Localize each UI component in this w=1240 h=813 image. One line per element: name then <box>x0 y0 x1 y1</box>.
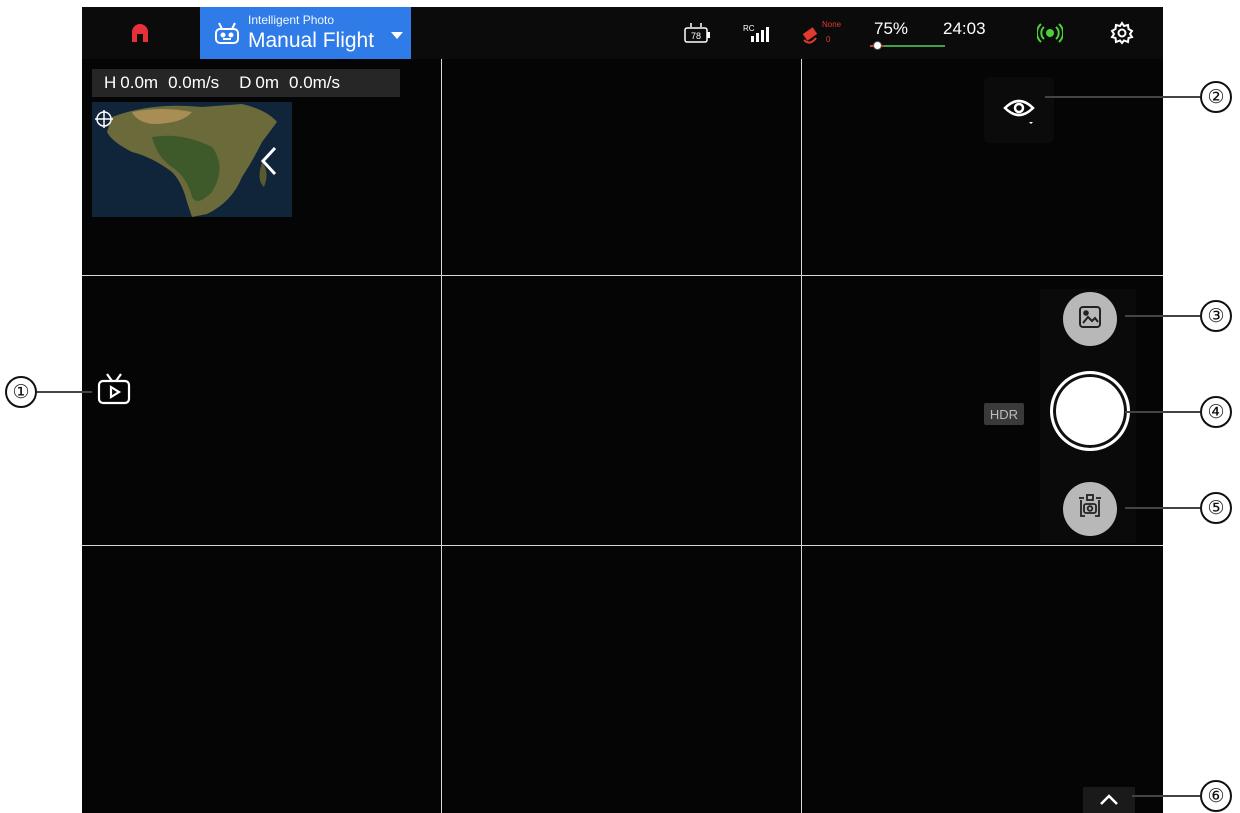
camera-battery-value: 78 <box>691 31 701 41</box>
chevron-down-icon <box>391 27 403 45</box>
gps-indicator: None 0 <box>798 7 848 59</box>
vertical-speed: 0.0m/s <box>168 73 220 92</box>
crosshair-target-icon[interactable] <box>94 109 114 134</box>
distance-value: 0m <box>255 73 280 92</box>
flight-mode-selector[interactable]: Intelligent Photo Manual Flight <box>200 7 411 59</box>
grid-line-vertical-1 <box>441 59 442 813</box>
battery-percentage: 75% <box>874 19 909 38</box>
settings-gear-icon[interactable] <box>1104 7 1140 59</box>
flight-time-remaining: 24:03 <box>943 19 986 38</box>
horizontal-speed: 0.0m/s <box>289 73 341 92</box>
playback-tv-icon[interactable] <box>96 371 132 412</box>
camera-mode-switch-button[interactable] <box>1063 482 1117 536</box>
callout-line-2 <box>1045 96 1200 98</box>
top-status-bar: Intelligent Photo Manual Flight 78 RC No… <box>82 7 1163 59</box>
grid-line-horizontal-2 <box>82 545 1163 546</box>
rc-signal-indicator: RC <box>738 7 778 59</box>
callout-line-1 <box>37 391 92 393</box>
grid-line-vertical-2 <box>801 59 802 813</box>
camera-battery-indicator: 78 <box>680 7 716 59</box>
callout-line-4 <box>1125 411 1200 413</box>
brand-logo-icon[interactable] <box>122 7 158 59</box>
callout-3: ③ <box>1200 300 1232 332</box>
shutter-button[interactable] <box>1050 371 1130 451</box>
chevron-left-icon[interactable] <box>260 145 278 182</box>
grid-line-horizontal-1 <box>82 275 1163 276</box>
height-value: 0.0m <box>120 73 159 92</box>
gps-status: None <box>822 20 842 29</box>
callout-line-5 <box>1125 507 1200 509</box>
mode-subtitle: Intelligent Photo <box>248 13 335 27</box>
distance-label: D <box>239 73 252 92</box>
callout-1: ① <box>5 376 37 408</box>
height-label: H <box>104 73 117 92</box>
mode-title: Manual Flight <box>248 29 375 52</box>
callout-2: ② <box>1200 81 1232 113</box>
gallery-button[interactable] <box>1063 292 1117 346</box>
telemetry-readout: H 0.0m 0.0m/s D 0m 0.0m/s <box>92 69 400 97</box>
callout-line-6 <box>1132 795 1200 797</box>
image-icon <box>1077 304 1103 335</box>
camera-switch-icon <box>1075 492 1105 527</box>
image-transmission-icon[interactable] <box>1030 7 1070 59</box>
eye-icon[interactable] <box>984 77 1054 143</box>
battery-marker <box>873 41 882 50</box>
rc-label: RC <box>743 24 755 33</box>
callout-4: ④ <box>1200 396 1232 428</box>
hdr-toggle[interactable]: HDR <box>984 403 1024 425</box>
callout-line-3 <box>1125 315 1200 317</box>
callout-6: ⑥ <box>1200 780 1232 812</box>
chevron-up-icon[interactable] <box>1083 787 1135 813</box>
gps-count: 0 <box>826 35 831 44</box>
callout-5: ⑤ <box>1200 492 1232 524</box>
battery-level-bar <box>870 41 945 50</box>
camera-view: Intelligent Photo Manual Flight 78 RC No… <box>82 7 1163 813</box>
drone-controller-icon <box>214 21 240 50</box>
